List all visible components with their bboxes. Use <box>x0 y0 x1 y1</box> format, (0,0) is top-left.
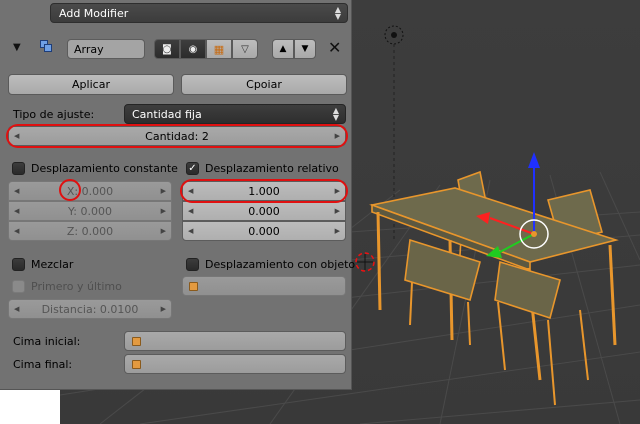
increment-arrow-icon[interactable]: ▶ <box>161 227 166 235</box>
cage-toggle-button[interactable]: ▽ <box>232 39 258 59</box>
object-cube-icon <box>189 281 198 291</box>
dropdown-arrows-icon: ▲ ▼ <box>334 5 341 21</box>
apply-label: Aplicar <box>72 78 110 91</box>
modifier-panel: Add Modifier ▲ ▼ ▼ Array ◙ ◉ ▦ ▽ ▲ ▼ ✕ Ap… <box>0 0 356 390</box>
eye-icon: ◉ <box>188 43 198 55</box>
start-cap-field[interactable] <box>124 331 346 351</box>
merge-distance-field[interactable]: ◀ Distancia: 0.0100 ▶ <box>8 299 172 319</box>
count-value: Cantidad: 2 <box>145 129 209 143</box>
start-cap-label: Cima inicial: <box>13 335 81 348</box>
increment-arrow-icon[interactable]: ▶ <box>161 305 166 313</box>
decrement-arrow-icon[interactable]: ◀ <box>14 305 19 313</box>
merge-checkbox[interactable] <box>12 258 25 271</box>
decrement-arrow-icon[interactable]: ◀ <box>188 227 193 235</box>
move-up-icon: ▲ <box>279 44 287 54</box>
decrement-arrow-icon[interactable]: ◀ <box>14 132 19 140</box>
end-cap-label: Cima final: <box>13 358 73 371</box>
constant-offset-checkbox[interactable] <box>12 162 25 175</box>
relative-z-value: 0.000 <box>248 224 280 238</box>
merge-distance-value: Distancia: 0.0100 <box>41 302 139 316</box>
object-offset-label: Desplazamiento con objeto <box>205 258 356 271</box>
collapse-arrow-icon[interactable]: ▼ <box>13 42 21 53</box>
relative-offset-x-field[interactable]: ◀ 1.000 ▶ <box>182 181 346 201</box>
constant-offset-x-field[interactable]: ◀ X: 0.000 ▶ <box>8 181 172 201</box>
decrement-arrow-icon[interactable]: ◀ <box>188 207 193 215</box>
object-cube-icon <box>132 359 141 369</box>
decrement-arrow-icon[interactable]: ◀ <box>14 207 19 215</box>
constant-z-value: Z: 0.000 <box>66 224 114 238</box>
move-down-button[interactable]: ▼ <box>294 39 316 59</box>
move-down-icon: ▼ <box>301 44 309 54</box>
modifier-name-text: Array <box>74 42 104 56</box>
3d-cursor <box>355 252 375 272</box>
relative-offset-y-field[interactable]: ◀ 0.000 ▶ <box>182 201 346 221</box>
relative-offset-checkbox[interactable]: ✓ <box>186 162 199 175</box>
camera-icon: ◙ <box>162 43 172 55</box>
editmode-toggle-button[interactable]: ▦ <box>206 39 232 59</box>
copy-label: Cpoiar <box>246 78 282 91</box>
object-offset-checkbox[interactable] <box>186 258 199 271</box>
fit-type-label: Tipo de ajuste: <box>13 108 95 121</box>
close-icon[interactable]: ✕ <box>328 38 341 57</box>
relative-y-value: 0.000 <box>248 204 280 218</box>
table-and-chairs-object[interactable] <box>369 170 619 406</box>
increment-arrow-icon[interactable]: ▶ <box>161 187 166 195</box>
relative-offset-label: Desplazamiento relativo <box>205 162 339 175</box>
fit-type-dropdown[interactable]: Cantidad fija ▲ ▼ <box>124 104 346 124</box>
render-toggle-button[interactable]: ◙ <box>154 39 180 59</box>
first-last-checkbox[interactable] <box>12 280 25 293</box>
decrement-arrow-icon[interactable]: ◀ <box>14 227 19 235</box>
increment-arrow-icon[interactable]: ▶ <box>335 227 340 235</box>
relative-offset-z-field[interactable]: ◀ 0.000 ▶ <box>182 221 346 241</box>
constant-x-value: X: 0.000 <box>66 184 114 198</box>
increment-arrow-icon[interactable]: ▶ <box>335 132 340 140</box>
copy-button[interactable]: Cpoiar <box>181 74 347 95</box>
increment-arrow-icon[interactable]: ▶ <box>335 207 340 215</box>
add-modifier-label: Add Modifier <box>59 6 129 20</box>
constant-y-value: Y: 0.000 <box>68 204 112 218</box>
move-up-button[interactable]: ▲ <box>272 39 294 59</box>
add-modifier-dropdown[interactable]: Add Modifier ▲ ▼ <box>50 3 348 23</box>
constant-offset-label: Desplazamiento constante <box>31 162 178 175</box>
constant-offset-y-field[interactable]: ◀ Y: 0.000 ▶ <box>8 201 172 221</box>
first-last-label: Primero y último <box>31 280 122 293</box>
increment-arrow-icon[interactable]: ▶ <box>335 187 340 195</box>
constant-offset-z-field[interactable]: ◀ Z: 0.000 ▶ <box>8 221 172 241</box>
decrement-arrow-icon[interactable]: ◀ <box>14 187 19 195</box>
object-cube-icon <box>132 336 141 346</box>
cage-icon: ▽ <box>241 43 249 55</box>
fit-type-value: Cantidad fija <box>132 107 202 121</box>
count-field[interactable]: ◀ Cantidad: 2 ▶ <box>8 126 346 146</box>
apply-button[interactable]: Aplicar <box>8 74 174 95</box>
offset-object-field[interactable] <box>182 276 346 296</box>
modifier-name-input[interactable]: Array <box>67 39 145 59</box>
relative-x-value: 1.000 <box>248 184 280 198</box>
increment-arrow-icon[interactable]: ▶ <box>161 207 166 215</box>
array-modifier-icon <box>40 40 52 52</box>
dropdown-arrows-icon: ▲ ▼ <box>332 106 339 122</box>
end-cap-field[interactable] <box>124 354 346 374</box>
merge-label: Mezclar <box>31 258 74 271</box>
decrement-arrow-icon[interactable]: ◀ <box>188 187 193 195</box>
viewport-toggle-button[interactable]: ◉ <box>180 39 206 59</box>
editmode-icon: ▦ <box>213 42 225 56</box>
